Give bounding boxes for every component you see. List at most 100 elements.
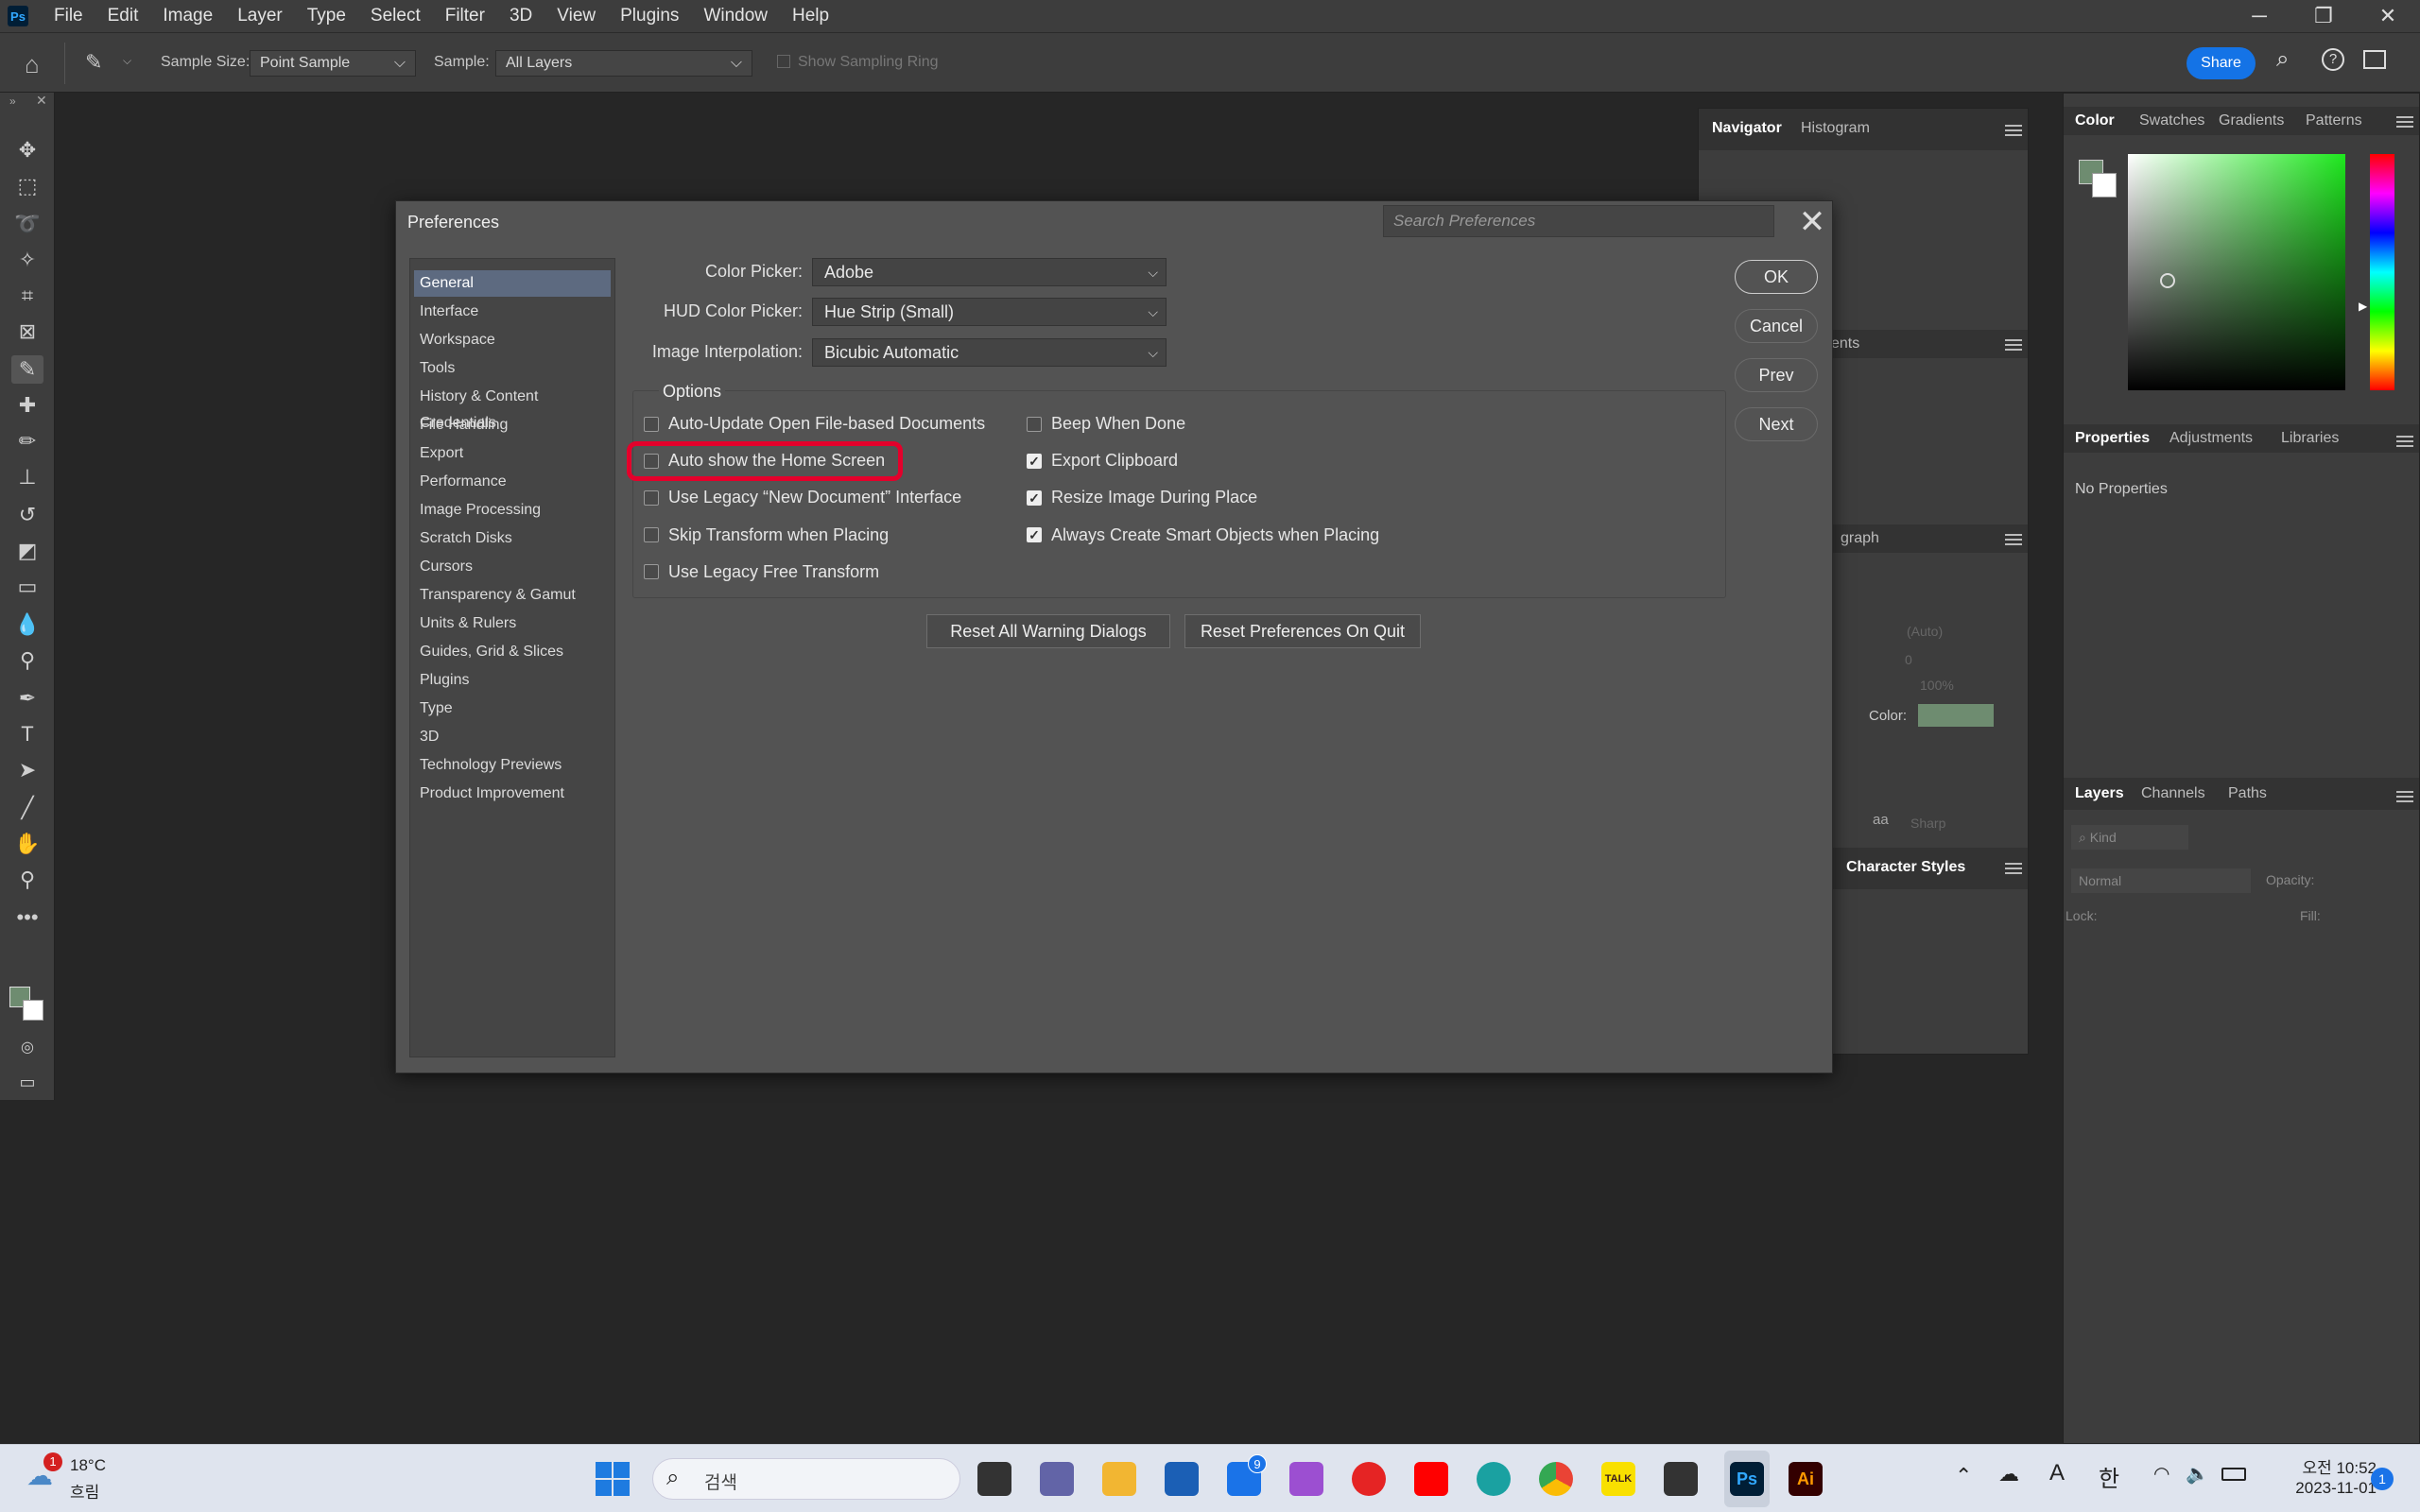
blend-mode-select[interactable]: Normal — [2071, 868, 2251, 893]
hud-color-picker-select[interactable]: Hue Strip (Small) ⌵ — [812, 298, 1167, 326]
help-icon[interactable]: ? — [2322, 48, 2344, 71]
move-tool-icon[interactable]: ✥ — [11, 136, 43, 164]
edge-icon[interactable] — [1477, 1462, 1511, 1496]
menu-window[interactable]: Window — [691, 6, 780, 26]
search-icon[interactable]: ⌕ — [2276, 46, 2289, 73]
category-interface[interactable]: Interface — [414, 299, 611, 325]
hue-slider[interactable] — [2370, 154, 2394, 390]
frame-tool-icon[interactable]: ⊠ — [11, 318, 43, 346]
menu-type[interactable]: Type — [295, 6, 358, 26]
reset-preferences-button[interactable]: Reset Preferences On Quit — [1184, 614, 1421, 648]
export-clipboard-checkbox[interactable]: ✓ — [1027, 454, 1042, 469]
category-workspace[interactable]: Workspace — [414, 327, 611, 353]
layer-kind-filter[interactable]: ⌕ Kind — [2071, 825, 2188, 850]
screen-mode-icon[interactable]: ▭ — [11, 1068, 43, 1096]
panel-menu-icon[interactable] — [2396, 791, 2413, 802]
illustrator-icon[interactable]: Ai — [1789, 1462, 1823, 1496]
brush-tool-icon[interactable]: ✏ — [11, 427, 43, 455]
menu-view[interactable]: View — [544, 6, 608, 26]
gradient-tool-icon[interactable]: ▭ — [11, 573, 43, 601]
restore-button[interactable]: ❐ — [2291, 0, 2356, 32]
category-transparency[interactable]: Transparency & Gamut — [414, 582, 611, 609]
snipping-tool-icon[interactable] — [1289, 1462, 1323, 1496]
close-icon[interactable]: ✕ — [1793, 203, 1831, 241]
more-tools-icon[interactable]: ••• — [11, 903, 43, 932]
youtube-icon[interactable] — [1414, 1462, 1448, 1496]
category-performance[interactable]: Performance — [414, 469, 611, 495]
category-plugins[interactable]: Plugins — [414, 667, 611, 694]
menu-3d[interactable]: 3D — [497, 6, 544, 26]
youtube-music-icon[interactable] — [1352, 1462, 1386, 1496]
category-type[interactable]: Type — [414, 696, 611, 722]
category-units-rulers[interactable]: Units & Rulers — [414, 610, 611, 637]
tab-histogram[interactable]: Histogram — [1801, 120, 1870, 137]
ime-han[interactable]: 한 — [2099, 1460, 2119, 1493]
crop-tool-icon[interactable]: ⌗ — [11, 282, 43, 310]
color-picker-ring[interactable] — [2160, 273, 2175, 288]
smart-objects-checkbox[interactable]: ✓ — [1027, 527, 1042, 542]
chevron-up-icon[interactable]: ⌃ — [1955, 1464, 1972, 1488]
marquee-tool-icon[interactable]: ⬚ — [11, 172, 43, 200]
category-history[interactable]: History & Content Credentials — [414, 384, 611, 431]
minimize-button[interactable]: ─ — [2227, 0, 2291, 32]
chevron-down-icon[interactable]: ⌵ — [123, 54, 131, 68]
eraser-tool-icon[interactable]: ◩ — [11, 537, 43, 565]
clock-time[interactable]: 오전 10:52 — [2273, 1454, 2377, 1478]
ime-a[interactable]: A — [2049, 1460, 2065, 1486]
menu-select[interactable]: Select — [358, 6, 433, 26]
type-tool-icon[interactable]: T — [11, 720, 43, 748]
tab-layers[interactable]: Layers — [2075, 785, 2124, 802]
tab-swatches[interactable]: Swatches — [2139, 112, 2204, 129]
blur-tool-icon[interactable]: 💧 — [11, 610, 43, 639]
menu-image[interactable]: Image — [150, 6, 225, 26]
menu-layer[interactable]: Layer — [225, 6, 295, 26]
category-product-improvement[interactable]: Product Improvement — [414, 781, 611, 807]
skip-transform-checkbox[interactable] — [644, 527, 659, 542]
tab-patterns[interactable]: Patterns — [2306, 112, 2362, 129]
ok-button[interactable]: OK — [1735, 260, 1818, 294]
notification-badge[interactable]: 1 — [2371, 1468, 2394, 1490]
tab-navigator[interactable]: Navigator — [1712, 120, 1782, 137]
cancel-button[interactable]: Cancel — [1735, 309, 1818, 343]
volume-icon[interactable]: 🔈 — [2186, 1462, 2209, 1486]
tab-gradients[interactable]: Gradients — [2219, 112, 2284, 129]
antialias-select[interactable]: Sharp — [1910, 816, 1945, 831]
eyedropper-tool-preset-icon[interactable]: ✎ — [85, 50, 102, 75]
char-color-swatch[interactable] — [1918, 704, 1994, 727]
sample-size-select[interactable]: Point Sample ⌵ — [250, 50, 416, 77]
tab-paths[interactable]: Paths — [2228, 785, 2267, 802]
category-cursors[interactable]: Cursors — [414, 554, 611, 580]
sticky-notes-icon[interactable] — [1664, 1462, 1698, 1496]
pen-tool-icon[interactable]: ✒ — [11, 684, 43, 713]
category-tools[interactable]: Tools — [414, 355, 611, 382]
color-field[interactable] — [2128, 154, 2345, 390]
lasso-tool-icon[interactable]: ➰ — [11, 210, 43, 238]
chrome-icon[interactable] — [1539, 1462, 1573, 1496]
category-guides[interactable]: Guides, Grid & Slices — [414, 639, 611, 665]
collapse-icon[interactable]: » — [9, 94, 16, 108]
teams-icon[interactable] — [1040, 1462, 1074, 1496]
close-window-button[interactable]: ✕ — [2356, 0, 2420, 32]
background-color-swatch[interactable] — [2092, 173, 2117, 198]
menu-file[interactable]: File — [42, 6, 95, 26]
photoshop-icon[interactable]: Ps — [1730, 1462, 1764, 1496]
workspace-icon[interactable] — [2363, 50, 2386, 69]
tab-partial[interactable]: ents — [1831, 335, 1859, 352]
auto-update-checkbox[interactable] — [644, 417, 659, 432]
path-selection-icon[interactable]: ➤ — [11, 756, 43, 784]
zoom-tool-icon[interactable]: ⚲ — [11, 866, 43, 894]
panel-menu-icon[interactable] — [2396, 116, 2413, 128]
image-interpolation-select[interactable]: Bicubic Automatic ⌵ — [812, 338, 1167, 367]
next-button[interactable]: Next — [1735, 407, 1818, 441]
home-icon[interactable]: ⌂ — [25, 50, 40, 79]
clock-date[interactable]: 2023-11-01 — [2273, 1479, 2377, 1498]
category-general[interactable]: General — [414, 270, 611, 297]
hue-pointer-icon[interactable]: ▶ — [2359, 300, 2367, 313]
panel-menu-icon[interactable] — [2005, 125, 2022, 136]
category-scratch-disks[interactable]: Scratch Disks — [414, 525, 611, 552]
file-explorer-icon[interactable] — [1102, 1462, 1136, 1496]
panel-menu-icon[interactable] — [2005, 534, 2022, 545]
panel-menu-icon[interactable] — [2005, 863, 2022, 874]
task-view-icon[interactable] — [977, 1462, 1011, 1496]
background-color-swatch[interactable] — [23, 1000, 43, 1021]
